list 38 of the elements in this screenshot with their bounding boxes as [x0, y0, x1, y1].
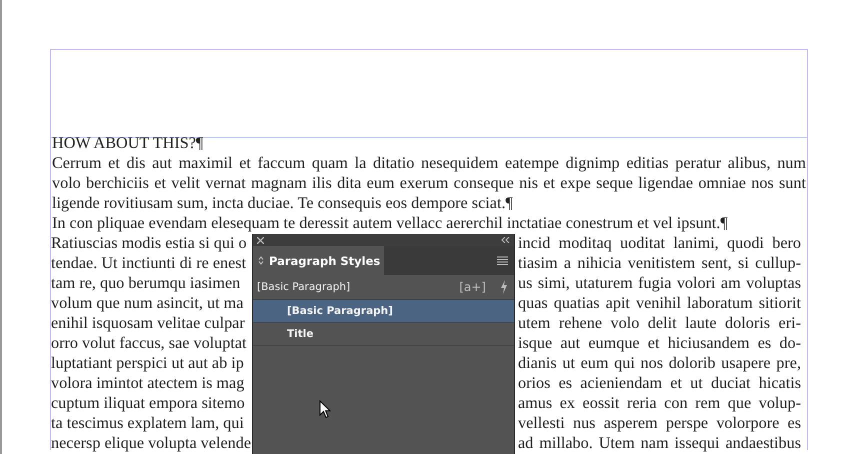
- up-down-caret-icon: [258, 256, 264, 265]
- body-text-fragment: volum que num asincit, ut ma: [51, 293, 244, 313]
- lightning-icon[interactable]: [500, 280, 508, 294]
- body-text-line: volo berchiciis et velit vernat magnam ilis dita eum exerum conseque nis et expe seque ligendae omniae nos sunt: [51, 173, 807, 193]
- body-text-fragment: us simi, utaturem fugia volori am voluptas: [518, 273, 802, 293]
- heading-text: HOW ABOUT THIS?¶: [51, 133, 204, 153]
- body-text-fragment: Ratiuscias modis estia si qui o: [51, 233, 248, 253]
- body-text-fragment: amus ex eossit reria con rem que volup-: [518, 393, 802, 413]
- collapse-icon[interactable]: [501, 237, 510, 243]
- style-list-item[interactable]: [Basic Paragraph]: [253, 300, 514, 323]
- body-text-line: In con pliquae evendam elesequam te deressit autem vellacc aererchil inctatiae conestrum et vel ipsunt.¶: [51, 213, 729, 233]
- body-text-fragment: quas quatias apit venihil laboratum sitiorit: [518, 293, 802, 313]
- body-text-fragment: vellesti nus asperem perspe volorpore es: [518, 413, 802, 433]
- body-text-fragment: volora imintot atectem is mag: [51, 373, 246, 393]
- body-text-fragment: orro volut faccus, sae voluptat: [51, 333, 248, 353]
- body-text-fragment: incid moditaq uoditat lanimi, quodi bero: [518, 233, 802, 253]
- body-text-fragment: tendae. Ut inctiunti di re enest: [51, 253, 248, 273]
- body-text-fragment: ta tescimus explatem lam, qui: [51, 413, 245, 433]
- close-icon[interactable]: [257, 236, 264, 244]
- menu-icon[interactable]: [497, 256, 508, 265]
- body-text-fragment: ad millabo. Utem nam issequi andaestibus: [518, 433, 802, 453]
- current-style-label: [Basic Paragraph]: [257, 281, 352, 293]
- body-text-fragment: luptatiant perspici ut aut ab ip: [51, 353, 245, 373]
- body-text-fragment: enihil isquosam velitae culpar: [51, 313, 246, 333]
- body-text-fragment: dianis ut eum qui nos dolorib usapere pre,: [518, 353, 802, 373]
- new-style-button[interactable]: [a+]: [459, 280, 486, 294]
- style-list-item[interactable]: Title: [253, 323, 514, 346]
- body-text-fragment: tiasim a nihicia venitistem sent, si cullup-: [518, 253, 802, 273]
- body-text-fragment: utem rehene volo delit laute doloris eri-: [518, 313, 802, 333]
- panel-tab[interactable]: Paragraph Styles: [253, 246, 384, 275]
- body-text-fragment: tam re, quo berumqu iasimen: [51, 273, 242, 293]
- body-text-line: Cerrum et dis aut maximil et faccum quam la ditatio nesequidem eatempe dignimp editias peratur alibus, num: [51, 153, 807, 173]
- body-text-fragment: isque aut eumque et hiciusandem es do-: [518, 333, 802, 353]
- body-text-fragment: necersp elique volupta velende: [51, 433, 251, 453]
- body-text-fragment: orios es acieniendam et ut duciat hicatis: [518, 373, 802, 393]
- body-text-line: ligende rovitiusam sum, incta duciae. Te consequis eos dempore sciat.¶: [51, 193, 514, 213]
- body-text-fragment: cuptum iliquat empora sitemo: [51, 393, 246, 413]
- mouse-pointer-icon: [319, 400, 331, 419]
